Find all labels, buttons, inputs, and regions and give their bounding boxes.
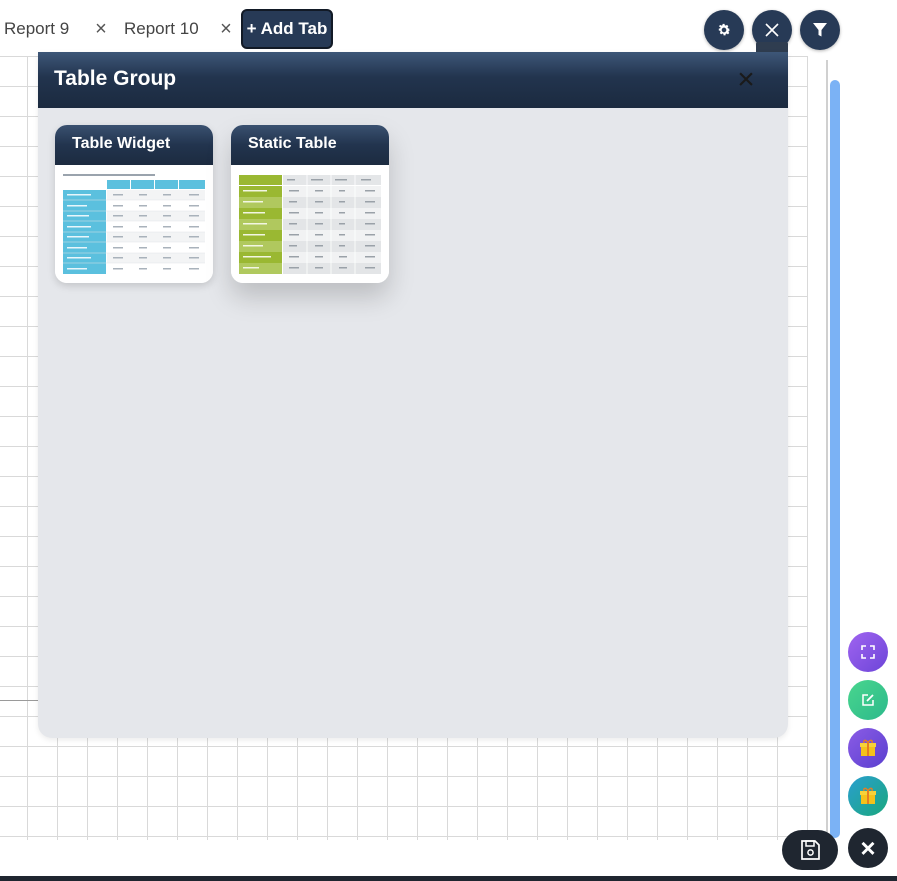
gift-button-a[interactable] <box>848 728 888 768</box>
card-title: Table Widget <box>55 125 213 165</box>
edit-button[interactable] <box>848 680 888 720</box>
save-button[interactable] <box>782 830 838 870</box>
modal-close-icon[interactable]: × <box>734 65 758 95</box>
table-widget-thumbnail <box>55 165 213 283</box>
grid-divider <box>0 700 40 701</box>
tab-report-9[interactable]: Report 9 <box>4 18 69 40</box>
close-icon <box>765 23 779 37</box>
gift-icon <box>860 739 876 756</box>
card-title: Static Table <box>231 125 389 165</box>
save-icon <box>801 840 820 860</box>
table-widget-card[interactable]: Table Widget <box>55 125 213 283</box>
table-group-modal: Table Group × Table Widget Static Table <box>38 52 788 738</box>
gear-icon <box>718 23 731 36</box>
tab-label: Report 9 <box>4 19 70 38</box>
tab-label: Report 10 <box>124 19 199 38</box>
tab-report-9-close-icon[interactable]: × <box>91 18 111 40</box>
filter-icon <box>813 23 827 37</box>
gift-icon <box>860 787 876 804</box>
modal-header: Table Group × <box>38 52 788 108</box>
expand-icon <box>861 645 875 659</box>
scrollbar-track <box>826 60 828 840</box>
tab-report-10[interactable]: Report 10 <box>124 18 199 40</box>
close-fab-button[interactable]: × <box>848 828 888 868</box>
settings-button[interactable] <box>704 10 744 50</box>
tab-report-10-close-icon[interactable]: × <box>216 18 236 40</box>
edit-icon <box>862 694 874 706</box>
static-table-card[interactable]: Static Table <box>231 125 389 283</box>
gift-button-b[interactable] <box>848 776 888 816</box>
add-tab-button[interactable]: + Add Tab <box>241 9 333 49</box>
modal-title: Table Group <box>54 67 177 90</box>
bottom-bar <box>0 876 897 881</box>
expand-button[interactable] <box>848 632 888 672</box>
filter-button[interactable] <box>800 10 840 50</box>
close-icon: × <box>860 833 876 863</box>
scrollbar-thumb[interactable] <box>830 80 840 838</box>
static-table-thumbnail <box>231 165 389 283</box>
